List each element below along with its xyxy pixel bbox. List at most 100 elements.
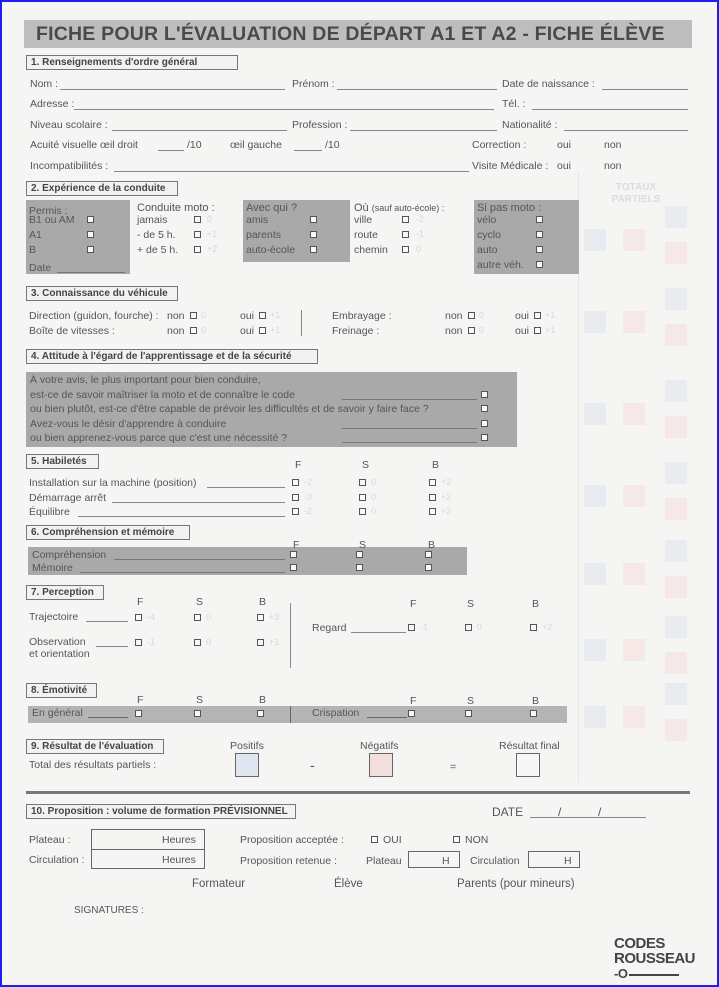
non-checkbox[interactable]: [468, 312, 475, 319]
perception-checkbox[interactable]: [194, 614, 201, 621]
retenue-circulation-field[interactable]: [528, 851, 580, 868]
retenue-plateau-field[interactable]: [408, 851, 460, 868]
tel-field[interactable]: [532, 109, 688, 110]
skill-checkbox[interactable]: [429, 508, 436, 515]
oui-checkbox[interactable]: [534, 312, 541, 319]
pas-moto-checkbox[interactable]: [536, 246, 543, 253]
perception-checkbox[interactable]: [135, 614, 142, 621]
avec-checkbox[interactable]: [310, 216, 317, 223]
pas-moto-checkbox[interactable]: [536, 216, 543, 223]
permis-checkbox[interactable]: [87, 231, 94, 238]
moto-checkbox[interactable]: [194, 246, 201, 253]
partial-positive-box[interactable]: [584, 485, 606, 507]
skill-checkbox[interactable]: [429, 493, 436, 501]
non-checkbox[interactable]: [190, 312, 197, 319]
partial-positive-box[interactable]: [584, 563, 606, 585]
pas-moto-checkbox[interactable]: [536, 261, 543, 268]
regard-checkbox[interactable]: [465, 624, 472, 631]
negatifs-box[interactable]: [369, 753, 393, 777]
attitude-checkbox[interactable]: [481, 434, 488, 441]
date-field[interactable]: [530, 817, 646, 818]
moto-checkbox[interactable]: [194, 216, 201, 223]
niveau-field[interactable]: [112, 130, 287, 131]
partial-negative-box[interactable]: [623, 485, 645, 507]
avec-checkbox[interactable]: [310, 246, 317, 253]
partial-negative-box[interactable]: [623, 706, 645, 728]
comprehension-checkbox[interactable]: [356, 551, 363, 558]
line: [342, 442, 477, 443]
comprehension-checkbox[interactable]: [356, 563, 363, 571]
incompat-field[interactable]: [114, 171, 469, 172]
regard-checkbox[interactable]: [530, 624, 537, 631]
emotivite-checkbox[interactable]: [530, 710, 537, 717]
skill-checkbox[interactable]: [359, 508, 366, 515]
partial-negative-box[interactable]: [623, 563, 645, 585]
skill-checkbox[interactable]: [359, 479, 366, 486]
partial-positive-box[interactable]: [584, 311, 606, 333]
partial-positive-box[interactable]: [584, 639, 606, 661]
comprehension-checkbox[interactable]: [290, 563, 297, 571]
non-checkbox[interactable]: [453, 836, 460, 843]
oui-checkbox[interactable]: [371, 836, 378, 843]
partial-positive-box[interactable]: [584, 403, 606, 425]
partial-negative-box[interactable]: [623, 229, 645, 251]
correction-oui[interactable]: oui: [557, 139, 571, 151]
moto-checkbox[interactable]: [194, 231, 201, 238]
emotivite-checkbox[interactable]: [257, 710, 264, 717]
naissance-field[interactable]: [602, 89, 688, 90]
oeil-gauche-field[interactable]: [294, 150, 322, 151]
partial-negative-box[interactable]: [623, 639, 645, 661]
permis-checkbox[interactable]: [87, 246, 94, 253]
regard-checkbox[interactable]: [408, 624, 415, 631]
partial-negative-box[interactable]: [623, 311, 645, 333]
partial-positive-box[interactable]: [584, 706, 606, 728]
prenom-field[interactable]: [337, 89, 497, 90]
non-checkbox[interactable]: [468, 327, 475, 334]
comprehension-checkbox[interactable]: [290, 551, 297, 558]
skill-checkbox[interactable]: [292, 479, 299, 486]
oui-checkbox[interactable]: [259, 327, 266, 334]
adresse-field[interactable]: [74, 109, 494, 110]
partial-negative-box[interactable]: [623, 403, 645, 425]
permis-date-field[interactable]: [57, 272, 125, 273]
permis-checkbox[interactable]: [87, 216, 94, 223]
emotivite-checkbox[interactable]: [194, 710, 201, 717]
perception-checkbox[interactable]: [257, 614, 264, 621]
avec-checkbox[interactable]: [310, 231, 317, 238]
comprehension-checkbox[interactable]: [425, 551, 432, 558]
oeil-droit-field[interactable]: [158, 150, 184, 151]
ou-checkbox[interactable]: [402, 246, 409, 253]
perception-checkbox[interactable]: [194, 639, 201, 646]
skill-checkbox[interactable]: [359, 493, 366, 501]
ou-checkbox[interactable]: [402, 216, 409, 223]
visite-oui[interactable]: oui: [557, 160, 571, 172]
emotivite-checkbox[interactable]: [135, 710, 142, 717]
ou-checkbox[interactable]: [402, 231, 409, 238]
nationalite-field[interactable]: [564, 130, 688, 131]
partial-positive-box[interactable]: [584, 229, 606, 251]
column-s: S: [359, 539, 367, 551]
section-1-header: 1. Renseignements d'ordre général: [26, 55, 238, 70]
attitude-checkbox[interactable]: [481, 405, 488, 412]
correction-non[interactable]: non: [604, 139, 622, 151]
visite-non[interactable]: non: [604, 160, 622, 172]
attitude-checkbox[interactable]: [481, 390, 488, 398]
skill-checkbox[interactable]: [292, 508, 299, 515]
oui-checkbox[interactable]: [534, 327, 541, 334]
final-box[interactable]: [516, 753, 540, 777]
perception-checkbox[interactable]: [135, 639, 142, 646]
positifs-box[interactable]: [235, 753, 259, 777]
pas-moto-checkbox[interactable]: [536, 231, 543, 238]
nom-field[interactable]: [60, 89, 285, 90]
skill-checkbox[interactable]: [292, 493, 299, 501]
oeil-gauche-label: œil gauche: [230, 139, 282, 151]
profession-field[interactable]: [350, 130, 497, 131]
oui-checkbox[interactable]: [259, 312, 266, 319]
perception-checkbox[interactable]: [257, 639, 264, 646]
comprehension-checkbox[interactable]: [425, 563, 432, 571]
skill-checkbox[interactable]: [429, 479, 436, 486]
emotivite-checkbox[interactable]: [465, 710, 472, 717]
emotivite-checkbox[interactable]: [408, 710, 415, 717]
non-checkbox[interactable]: [190, 327, 197, 334]
attitude-checkbox[interactable]: [481, 419, 488, 427]
